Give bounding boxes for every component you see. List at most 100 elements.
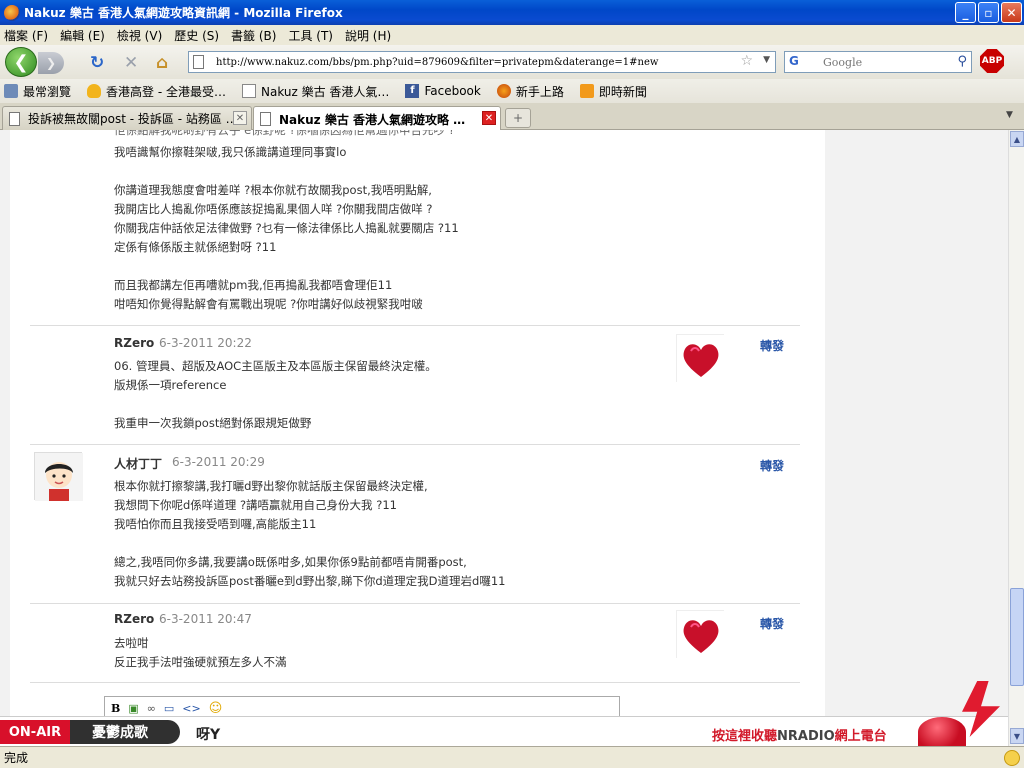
url-text[interactable]: http://www.nakuz.com/bbs/pm.php?uid=8796… — [216, 57, 658, 68]
url-dropdown-icon[interactable]: ▼ — [763, 55, 770, 65]
message-line: 我唔識幫你擦鞋架啵,我只係識講道理同事實lo — [114, 145, 347, 159]
new-tab-button[interactable]: + — [505, 108, 531, 128]
search-input[interactable] — [823, 53, 953, 71]
bookmark-facebook[interactable]: f Facebook — [405, 84, 481, 98]
message-line: 反正我手法咁強硬就預左多人不滿 — [114, 655, 287, 669]
bookmark-nakuz[interactable]: Nakuz 樂古 香港人氣… — [241, 83, 390, 100]
menu-view[interactable]: 檢視 (V) — [117, 27, 162, 44]
minimize-button[interactable]: _ — [955, 2, 976, 23]
bookmark-label: Nakuz 樂古 香港人氣… — [260, 84, 390, 99]
link-button[interactable]: ∞ — [147, 702, 156, 715]
facebook-icon: f — [405, 84, 420, 98]
bookmark-star-icon[interactable]: ☆ — [740, 53, 753, 69]
tab-complaint[interactable]: 投訴被無故關post - 投訴區 - 站務區 … ✕ — [2, 106, 252, 130]
message-line: 我重申一次我鎖post絕對係跟規矩做野 — [114, 416, 312, 430]
scroll-up-icon[interactable]: ▲ — [1010, 131, 1024, 147]
post-divider — [30, 682, 800, 683]
scroll-thumb[interactable] — [1010, 588, 1024, 686]
pm-thread: 佢係點解我呢啲野有云乎 e係野呢 ?係嗰係因為佢幫過你申告先吵 ? 我唔識幫你擦… — [10, 130, 825, 716]
message-line: 你關我店仲話依足法律做野 ?乜有一條法律係比人搗亂就要關店 ?11 — [114, 221, 459, 235]
message-line — [114, 395, 437, 414]
heart-icon — [677, 611, 725, 659]
post-date: 6-3-2011 20:47 — [159, 612, 252, 626]
post-author[interactable]: RZero — [114, 612, 154, 626]
message-line: 定係有條係版主就係絕對呀 ?11 — [114, 240, 277, 254]
menu-edit[interactable]: 編輯 (E) — [60, 27, 105, 44]
message-body: 根本你就打擦黎講,我打曬d野出黎你就話版主保留最終決定權, 我想問下你呢d係咩道… — [114, 477, 505, 591]
navigation-toolbar: ❮ ❯ ↻ ✕ ⌂ http://www.nakuz.com/bbs/pm.ph… — [0, 45, 1024, 79]
quote-button[interactable]: ▭ — [164, 702, 174, 715]
radio-program: 憂鬱成歌 — [70, 720, 180, 744]
menu-tools[interactable]: 工具 (T) — [288, 27, 333, 44]
search-icon[interactable]: ⚲ — [957, 54, 967, 69]
scroll-down-icon[interactable]: ▼ — [1010, 728, 1024, 744]
bookmark-news[interactable]: 即時新聞 — [579, 83, 647, 100]
tab-close-icon[interactable]: ✕ — [482, 111, 496, 125]
page-scrollbar[interactable]: ▲ ▼ — [1008, 130, 1024, 746]
post-date: 6-3-2011 20:22 — [159, 336, 252, 350]
back-button[interactable]: ❮ — [5, 47, 37, 77]
hand-icon — [87, 84, 102, 98]
radio-banner[interactable]: ON-AIR 憂鬱成歌 呀Y 按這裡收聽NRADIO網上電台 — [0, 681, 1008, 747]
menu-help[interactable]: 說明 (H) — [345, 27, 391, 44]
post-date: 6-3-2011 20:29 — [172, 455, 265, 469]
avatar[interactable] — [34, 452, 83, 501]
plus-icon: + — [512, 111, 524, 125]
message-body: 我唔識幫你擦鞋架啵,我只係識講道理同事實lo 你講道理我態度會咁差咩 ?根本你就… — [114, 143, 459, 314]
bookmark-hkgolden[interactable]: 香港高登 - 全港最受… — [87, 83, 226, 100]
url-bar[interactable]: http://www.nakuz.com/bbs/pm.php?uid=8796… — [188, 51, 776, 73]
status-icon[interactable] — [1004, 750, 1020, 766]
message-line: 06. 管理員、超版及AOC主區版主及本區版主保留最終決定權。 — [114, 359, 437, 373]
google-icon[interactable]: G — [789, 54, 807, 70]
page-viewport: 佢係點解我呢啲野有云乎 e係野呢 ?係嗰係因為佢幫過你申告先吵 ? 我唔識幫你擦… — [0, 130, 1008, 716]
tab-close-icon[interactable]: ✕ — [233, 111, 247, 125]
forward-link[interactable]: 轉發 — [760, 457, 784, 474]
post-author[interactable]: RZero — [114, 336, 154, 350]
message-line: 你講道理我態度會咁差咩 ?根本你就冇故關我post,我唔明點解, — [114, 183, 432, 197]
message-line — [114, 162, 459, 181]
window-titlebar[interactable]: Nakuz 樂古 香港人氣網遊攻略資訊網 - Mozilla Firefox _… — [0, 0, 1024, 25]
reload-icon[interactable]: ↻ — [90, 53, 104, 73]
avatar[interactable] — [676, 334, 725, 383]
tab-nakuz[interactable]: Nakuz 樂古 香港人氣網遊攻略 … ✕ — [253, 106, 501, 131]
message-line: 我就只好去站務投訴區post番曬e到d野出黎,睇下你d道理定我D道理岩d囉11 — [114, 574, 506, 588]
rss-icon — [579, 84, 594, 98]
bookmark-most-visited[interactable]: 最常瀏覽 — [4, 83, 71, 100]
status-bar: 完成 — [0, 746, 1024, 768]
avatar[interactable] — [676, 610, 725, 659]
forward-link[interactable]: 轉發 — [760, 337, 784, 354]
message-line: 我唔怕你而且我接受唔到囉,高能版主11 — [114, 517, 317, 531]
close-window-button[interactable]: ✕ — [1001, 2, 1022, 23]
tab-list-icon[interactable]: ▼ — [1006, 110, 1020, 124]
back-arrow-icon: ❮ — [13, 51, 29, 73]
firefox-icon — [4, 4, 20, 21]
forward-button[interactable]: ❯ — [38, 52, 64, 74]
menu-bookmarks[interactable]: 書籤 (B) — [231, 27, 276, 44]
on-air-badge: ON-AIR — [0, 720, 70, 744]
stop-icon[interactable]: ✕ — [124, 53, 138, 73]
maximize-button[interactable]: ▫ — [978, 2, 999, 23]
message-line: 而且我都講左佢再嘈就pm我,佢再搗亂我都唔會理佢11 — [114, 278, 393, 292]
message-line: 根本你就打擦黎講,我打曬d野出黎你就話版主保留最終決定權, — [114, 479, 428, 493]
menu-file[interactable]: 檔案 (F) — [4, 27, 48, 44]
bookmark-getting-started[interactable]: 新手上路 — [496, 83, 564, 100]
image-button[interactable]: ▣ — [128, 702, 138, 715]
bold-button[interactable]: B — [111, 702, 120, 715]
bookmark-label: 最常瀏覽 — [23, 84, 72, 99]
tab-label: Nakuz 樂古 香港人氣網遊攻略 … — [279, 112, 466, 127]
listen-suffix: 網上電台 — [834, 729, 887, 744]
menu-history[interactable]: 歷史 (S) — [174, 27, 219, 44]
post-author[interactable]: 人材丁丁 — [114, 455, 162, 472]
code-button[interactable]: <> — [182, 702, 200, 715]
home-icon[interactable]: ⌂ — [156, 53, 168, 73]
page-icon — [9, 111, 20, 126]
smiley-button[interactable]: ☺ — [209, 701, 223, 716]
listen-brand: NRADIO — [777, 729, 835, 744]
search-box[interactable]: G ⚲ — [784, 51, 972, 73]
most-visited-icon — [4, 84, 18, 98]
forward-link[interactable]: 轉發 — [760, 615, 784, 632]
radio-listen-link[interactable]: 按這裡收聽NRADIO網上電台 — [712, 725, 887, 744]
status-text: 完成 — [4, 751, 29, 765]
message-line — [114, 257, 459, 276]
window-title: Nakuz 樂古 香港人氣網遊攻略資訊網 - Mozilla Firefox — [24, 6, 343, 20]
